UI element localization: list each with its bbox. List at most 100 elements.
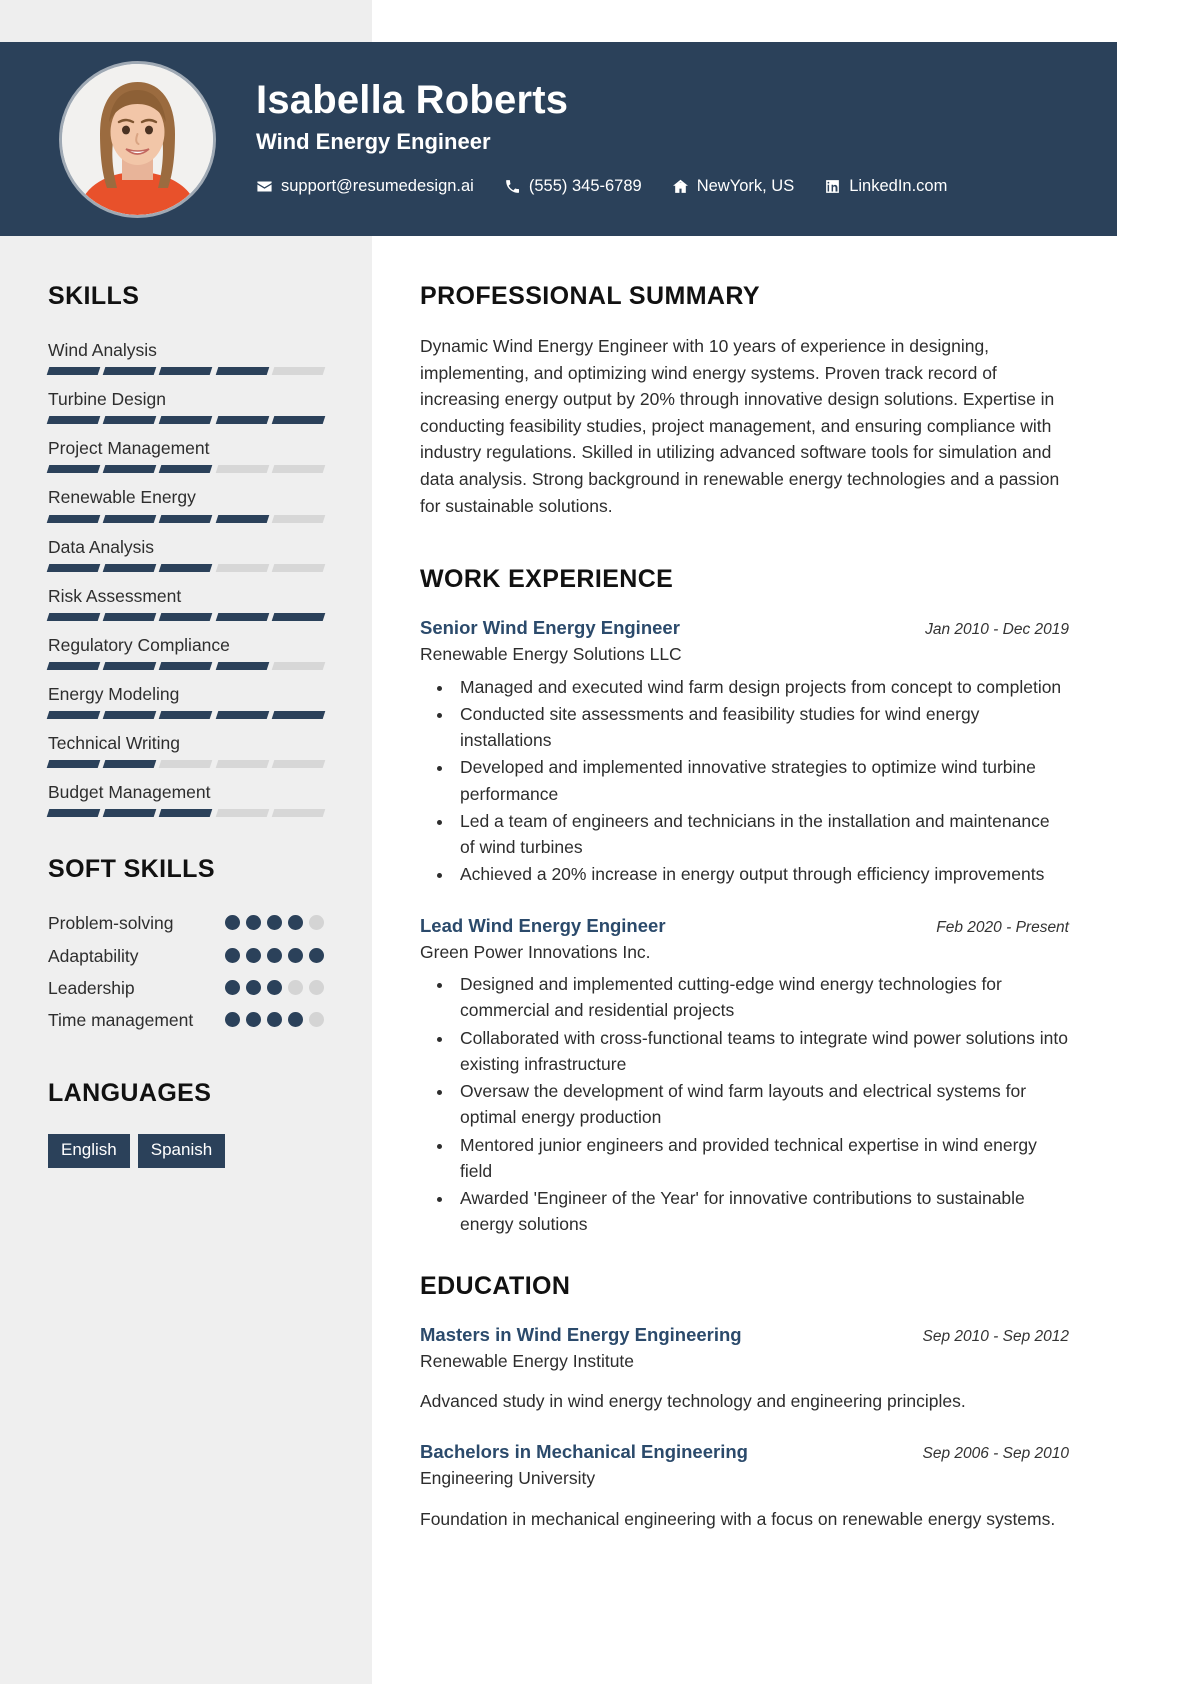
skill-bar-segment (102, 514, 157, 523)
right-gutter (1117, 0, 1200, 1684)
rating-dot (246, 947, 261, 963)
skill-bar-segment (215, 416, 270, 425)
skill-bar-segment (159, 809, 213, 818)
skill-label: Energy Modeling (48, 683, 180, 704)
contact-phone[interactable]: (555) 345-6789 (504, 177, 642, 196)
skill-label: Turbine Design (48, 389, 167, 410)
skill-bar-segment (215, 563, 270, 572)
rating-dot (288, 1012, 303, 1027)
work-entry: Senior Wind Energy Engineer Jan 2010 - De… (420, 616, 1069, 887)
skill-bar-segment (271, 514, 326, 523)
linkedin-icon (824, 178, 841, 195)
entry-bullet: Collaborated with cross-functional teams… (454, 1025, 1069, 1078)
education-entry: Masters in Wind Energy Engineering Sep 20… (420, 1323, 1069, 1415)
sidebar: SKILLS Wind Analysis Turbine Design Projec… (0, 236, 372, 1684)
home-icon (672, 178, 689, 195)
skill-label: Data Analysis (48, 536, 155, 557)
contact-email[interactable]: support@resumedesign.ai (256, 177, 474, 196)
soft-skills-list: Problem-solving Adaptability Leadership Tim… (48, 910, 324, 1033)
skill-level-bar (46, 661, 326, 670)
rating-dot (225, 915, 240, 931)
skill-bar-segment (102, 661, 157, 670)
language-chip[interactable]: English (48, 1134, 130, 1168)
header-text-block: Isabella Roberts Wind Energy Engineer su… (256, 78, 947, 200)
rating-dot (246, 915, 261, 931)
skill-bar-segment (159, 563, 213, 572)
entry-header: Senior Wind Energy Engineer Jan 2010 - De… (420, 616, 1069, 640)
soft-skills-block: SOFT SKILLS Problem-solving Adaptability L… (48, 855, 324, 1033)
summary-text: Dynamic Wind Energy Engineer with 10 yea… (420, 336, 1060, 516)
education-entry: Bachelors in Mechanical Engineering Sep 2… (420, 1440, 1069, 1532)
contact-location[interactable]: NewYork, US (672, 177, 795, 196)
soft-skill-label: Time management (48, 1010, 194, 1030)
skill-level-bar (46, 612, 326, 621)
contact-location-text: NewYork, US (696, 177, 795, 196)
soft-skill-rating-dots (225, 975, 324, 995)
skill-bar-segment (46, 809, 101, 818)
rating-dot (288, 979, 303, 995)
entry-description: Foundation in mechanical engineering wit… (420, 1508, 1056, 1529)
skill-bar-segment (215, 612, 270, 621)
skill-bar-segment (215, 465, 270, 474)
entry-title: Masters in Wind Energy Engineering (420, 1323, 742, 1345)
skill-bar-segment (46, 711, 101, 719)
skill-bar-segment (159, 760, 213, 769)
entry-date: Sep 2006 - Sep 2010 (922, 1445, 1069, 1463)
professional-summary-section: PROFESSIONAL SUMMARY Dynamic Wind Energy… (420, 282, 1069, 519)
skill-level-bar (46, 465, 326, 474)
entry-bullet: Conducted site assessments and feasibili… (454, 701, 1069, 754)
resume-page: Isabella Roberts Wind Energy Engineer su… (0, 0, 1200, 1684)
education-entry-list: Masters in Wind Energy Engineering Sep 20… (420, 1323, 1069, 1532)
skill-bar-segment (102, 416, 157, 425)
skills-list: Wind Analysis Turbine Design Project Manag… (46, 337, 326, 818)
skill-bar-segment (159, 661, 213, 670)
rating-dot (267, 947, 282, 963)
rating-dot (225, 979, 240, 995)
rating-dot (225, 1012, 240, 1027)
contact-linkedin[interactable]: LinkedIn.com (824, 177, 947, 196)
education-section: EDUCATION Masters in Wind Energy Enginee… (420, 1272, 1069, 1532)
entry-date: Jan 2010 - Dec 2019 (925, 621, 1069, 639)
skill-bar-segment (46, 661, 101, 670)
entry-bullet: Managed and executed wind farm design pr… (454, 674, 1069, 700)
skill-bar-segment (271, 661, 326, 670)
work-entry: Lead Wind Energy Engineer Feb 2020 - Pres… (420, 914, 1069, 1238)
skill-bar-segment (215, 809, 270, 818)
contact-email-text: support@resumedesign.ai (281, 177, 474, 196)
skill-item: Budget Management (46, 779, 326, 818)
entry-organization: Renewable Energy Institute (420, 1350, 635, 1371)
skill-bar-segment (271, 760, 326, 769)
top-strip-sidebar-fill (0, 0, 372, 42)
skill-item: Project Management (46, 435, 326, 474)
skill-bar-segment (159, 416, 213, 425)
work-experience-heading: WORK EXPERIENCE (420, 565, 674, 594)
skill-bar-segment (271, 711, 326, 719)
entry-organization: Engineering University (420, 1468, 596, 1489)
skill-bar-segment (271, 416, 326, 425)
entry-description: Advanced study in wind energy technology… (420, 1390, 966, 1411)
entry-organization: Renewable Energy Solutions LLC (420, 644, 682, 665)
rating-dot (246, 979, 261, 995)
skill-level-bar (46, 563, 326, 572)
entry-bullet-list: Designed and implemented cutting-edge wi… (454, 971, 1069, 1238)
skill-bar-segment (159, 711, 213, 719)
skill-bar-segment (215, 367, 270, 376)
rating-dot (246, 1012, 261, 1027)
skill-bar-segment (102, 367, 157, 376)
soft-skill-rating-dots (225, 910, 324, 931)
entry-bullet: Awarded 'Engineer of the Year' for innov… (454, 1185, 1069, 1238)
language-chip[interactable]: Spanish (137, 1134, 226, 1168)
skill-item: Renewable Energy (46, 484, 326, 523)
rating-dot (288, 915, 303, 931)
skill-level-bar (46, 711, 326, 719)
soft-skill-label: Leadership (48, 977, 135, 998)
rating-dot (267, 1012, 282, 1027)
skill-bar-segment (215, 711, 270, 719)
rating-dot (309, 1012, 324, 1027)
entry-header: Bachelors in Mechanical Engineering Sep 2… (420, 1440, 1069, 1464)
skill-bar-segment (46, 514, 101, 523)
skill-bar-segment (102, 760, 157, 769)
skill-bar-segment (159, 612, 213, 621)
skill-label: Risk Assessment (48, 585, 182, 606)
skill-bar-segment (215, 661, 270, 670)
